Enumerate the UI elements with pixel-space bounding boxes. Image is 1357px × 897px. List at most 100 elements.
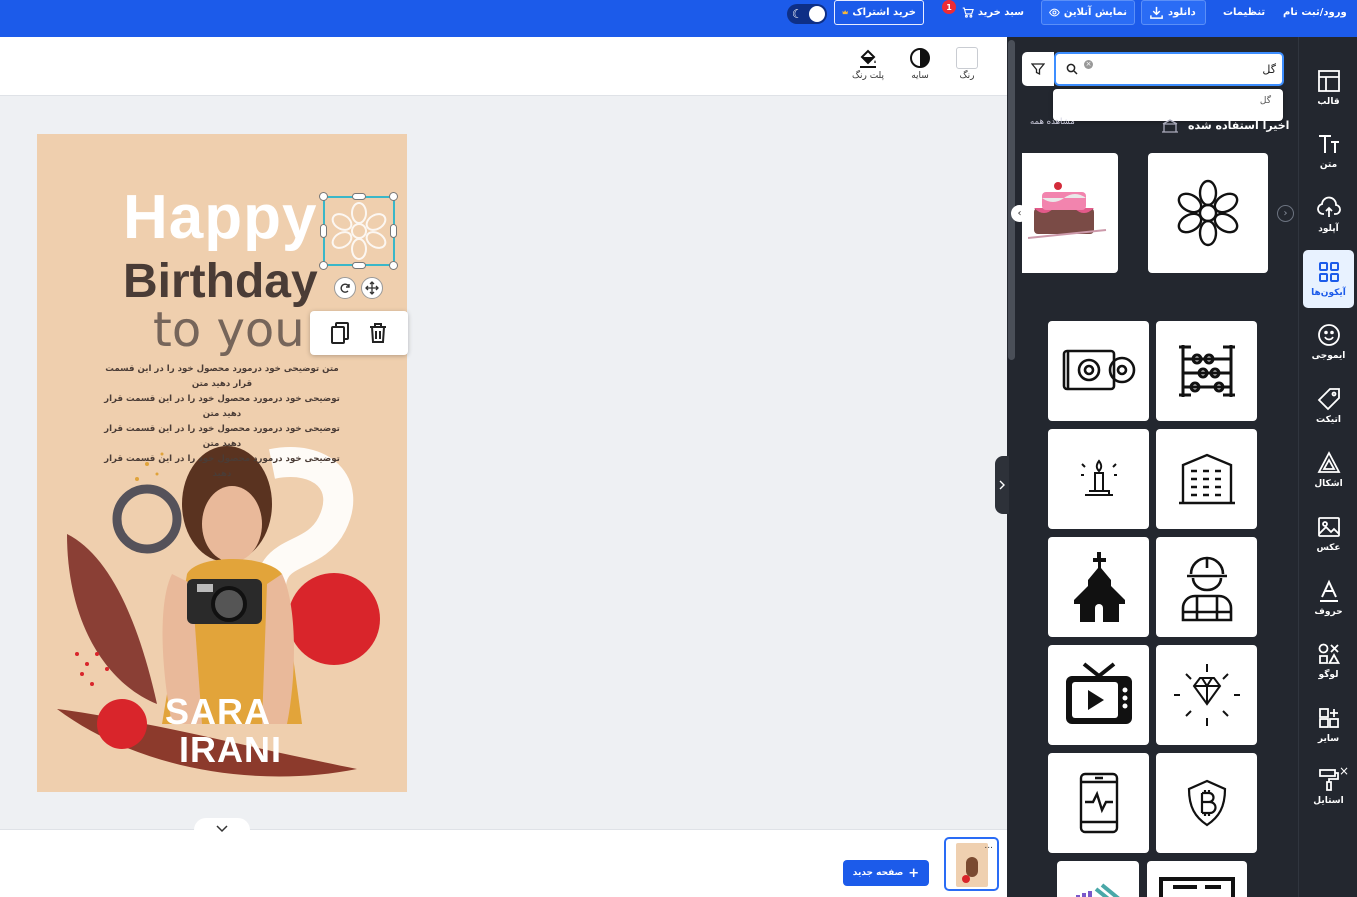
- nav-item-logo[interactable]: لوگو: [1303, 632, 1354, 690]
- text-icon: [1318, 135, 1339, 153]
- flower-icon: [331, 202, 387, 260]
- plus-icon: +: [908, 865, 920, 881]
- poster-title-to-you[interactable]: to you: [153, 302, 305, 358]
- style-icon: [1318, 769, 1339, 791]
- icon-result-card[interactable]: [1156, 753, 1257, 853]
- clear-search-icon[interactable]: ×: [1084, 60, 1093, 69]
- resize-handle-n[interactable]: [352, 193, 366, 200]
- palette-tool[interactable]: پلت رنگ: [848, 47, 888, 81]
- cart-button[interactable]: سبد خرید: [962, 0, 1024, 25]
- nav-item-image[interactable]: عکس: [1303, 505, 1354, 563]
- color-tool[interactable]: رنگ: [947, 47, 987, 81]
- nav-item-more[interactable]: سایر: [1303, 696, 1354, 754]
- download-label: دانلود: [1168, 7, 1196, 18]
- palette-tool-label: پلت رنگ: [851, 71, 885, 81]
- nav-item-upload[interactable]: آپلود: [1303, 186, 1354, 244]
- collapse-pages-button[interactable]: [194, 818, 250, 840]
- emoji-icon: [1317, 324, 1340, 346]
- search-suggestion[interactable]: گل: [1053, 89, 1283, 121]
- filter-button[interactable]: [1022, 52, 1054, 86]
- nav-item-shapes[interactable]: اشکال: [1303, 441, 1354, 499]
- poster-description[interactable]: متن توضیحی خود درمورد محصول خود را در ای…: [97, 362, 347, 482]
- nav-item-text[interactable]: متن: [1303, 122, 1354, 180]
- nav-label: اشکال: [1314, 479, 1343, 489]
- resize-handle-se[interactable]: [389, 261, 398, 270]
- element-context-menu: [310, 311, 408, 355]
- logo-icon: [1318, 643, 1340, 664]
- flower-icon: [1177, 179, 1239, 247]
- nav-item-icons[interactable]: آیکون‌ها: [1303, 250, 1354, 308]
- icon-result-card[interactable]: [1156, 321, 1257, 421]
- poster-name-last[interactable]: IRANI: [179, 729, 282, 771]
- resize-handle-sw[interactable]: [319, 261, 328, 270]
- nav-label: لوگو: [1318, 670, 1339, 680]
- icon-result-card[interactable]: [1048, 753, 1149, 853]
- nav-item-letters[interactable]: حروف: [1303, 569, 1354, 627]
- icon-result-card[interactable]: [1057, 861, 1139, 897]
- toggle-knob: [809, 6, 825, 22]
- desc-line: متن توضیحی خود درمورد محصول خود را در ای…: [105, 364, 339, 389]
- settings-link[interactable]: تنظیمات: [1223, 0, 1265, 25]
- phone-health-icon: [1079, 772, 1118, 834]
- bitcoin-shield-icon: [1187, 779, 1226, 827]
- resize-handle-ne[interactable]: [389, 192, 398, 201]
- desc-line: توضیحی خود درمورد محصول خود را در این قس…: [104, 394, 340, 419]
- resize-handle-s[interactable]: [352, 262, 366, 269]
- download-button[interactable]: دانلود: [1141, 0, 1206, 25]
- recent-cake-card[interactable]: [1022, 153, 1118, 273]
- chevron-right-icon: ›: [1283, 208, 1288, 219]
- rotate-button[interactable]: [334, 277, 356, 299]
- move-button[interactable]: [361, 277, 383, 299]
- page-thumbnail-preview: [955, 843, 988, 887]
- nav-item-tag[interactable]: اتیکت: [1303, 377, 1354, 435]
- diamond-icon: [1173, 664, 1240, 726]
- subscribe-button[interactable]: خرید اشتراک: [834, 0, 924, 25]
- element-toolbar: رنگ سایه پلت رنگ: [0, 37, 1007, 96]
- top-bar: ورود/ثبت نام تنظیمات دانلود نمایش آنلاین…: [0, 0, 1357, 37]
- nav-label: حروف: [1314, 607, 1343, 617]
- dark-mode-toggle[interactable]: ☾: [787, 4, 827, 24]
- duplicate-icon[interactable]: [330, 322, 350, 344]
- shadow-tool[interactable]: سایه: [900, 47, 940, 81]
- nav-item-template[interactable]: قالب: [1303, 59, 1354, 117]
- see-all-link[interactable]: مشاهده همه: [1030, 117, 1075, 127]
- engineer-icon: [1181, 556, 1232, 622]
- search-icon[interactable]: [1066, 63, 1078, 75]
- carousel-next-button[interactable]: ›: [1277, 205, 1294, 222]
- page-options-button[interactable]: ...: [984, 841, 993, 851]
- document-lines-icon: [1159, 877, 1235, 897]
- search-input[interactable]: [1098, 58, 1276, 80]
- nav-item-emoji[interactable]: ایموجی: [1303, 313, 1354, 371]
- panel-collapse-button[interactable]: [995, 456, 1009, 514]
- poster-name-first[interactable]: SARA: [165, 691, 271, 733]
- resize-handle-w[interactable]: [320, 224, 327, 238]
- resize-handle-e[interactable]: [390, 224, 397, 238]
- page-thumbnail[interactable]: ...: [944, 837, 999, 891]
- selected-flower-element[interactable]: [323, 196, 395, 266]
- new-page-button[interactable]: صفحه جدید +: [843, 860, 929, 886]
- icon-result-card[interactable]: [1048, 429, 1149, 529]
- close-style-icon[interactable]: ×: [1339, 764, 1349, 778]
- icon-result-card[interactable]: [1147, 861, 1247, 897]
- icon-result-card[interactable]: [1048, 537, 1149, 637]
- trash-icon[interactable]: [368, 322, 388, 344]
- icon-result-card[interactable]: [1156, 429, 1257, 529]
- online-view-button[interactable]: نمایش آنلاین: [1041, 0, 1135, 25]
- resize-handle-nw[interactable]: [319, 192, 328, 201]
- building-icon: [1178, 453, 1235, 505]
- nav-label: سایر: [1317, 734, 1340, 744]
- icon-result-card[interactable]: [1048, 645, 1149, 745]
- recent-flower-card[interactable]: [1148, 153, 1268, 273]
- panel-scrollbar[interactable]: [1008, 40, 1015, 360]
- icon-result-card[interactable]: [1048, 321, 1149, 421]
- login-link[interactable]: ورود/ثبت نام: [1283, 0, 1347, 25]
- icon-result-card[interactable]: [1156, 537, 1257, 637]
- move-icon: [365, 281, 379, 295]
- candle-icon: [1080, 459, 1117, 496]
- poster-title-happy[interactable]: Happy: [123, 182, 317, 253]
- icon-result-card[interactable]: [1156, 645, 1257, 745]
- poster-title-birthday[interactable]: Birthday: [123, 254, 318, 309]
- nav-label: اتیکت: [1316, 415, 1341, 425]
- carousel-prev-button[interactable]: ‹: [1011, 205, 1028, 222]
- icon-search-box[interactable]: ×: [1054, 52, 1284, 86]
